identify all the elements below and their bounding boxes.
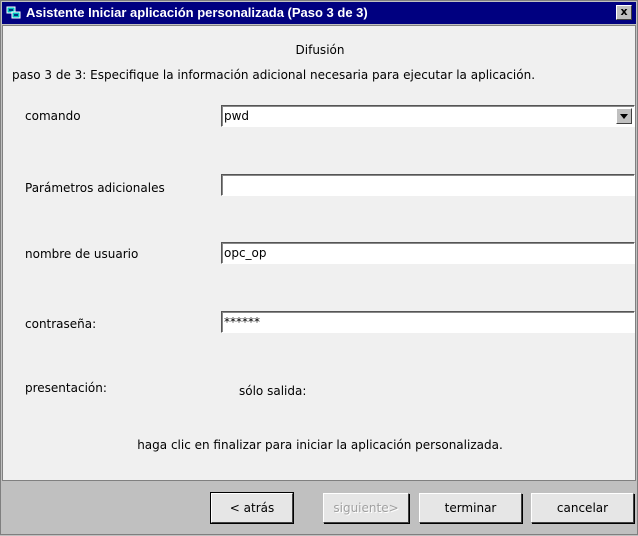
command-value: pwd [224, 109, 250, 123]
next-button[interactable]: siguiente> [323, 493, 409, 523]
title-bar[interactable]: Asistente Iniciar aplicación personaliza… [2, 2, 636, 24]
password-value: ****** [224, 315, 260, 329]
chevron-down-icon[interactable] [616, 108, 632, 124]
app-icon [6, 6, 21, 19]
button-bar: < atrás siguiente> terminar cancelar [1, 482, 638, 536]
close-button[interactable]: x [616, 5, 632, 20]
params-label: Parámetros adicionales [25, 181, 165, 195]
finish-hint: haga clic en finalizar para iniciar la a… [137, 438, 503, 452]
back-button[interactable]: < atrás [210, 492, 294, 524]
wizard-window: Asistente Iniciar aplicación personaliza… [0, 0, 638, 535]
presentation-label: presentación: [25, 381, 107, 395]
username-label: nombre de usuario [25, 247, 139, 261]
command-label: comando [25, 109, 81, 123]
window-title: Asistente Iniciar aplicación personaliza… [26, 5, 368, 20]
close-icon: x [620, 5, 628, 18]
password-label: contraseña: [25, 317, 97, 331]
wizard-content: Difusión paso 3 de 3: Especifique la inf… [2, 25, 636, 481]
page-subtitle: Difusión [295, 43, 345, 57]
username-value: opc_op [224, 246, 267, 260]
command-combobox[interactable]: pwd [221, 105, 635, 127]
password-input[interactable]: ****** [221, 311, 635, 333]
params-input[interactable] [221, 174, 635, 196]
username-input[interactable]: opc_op [221, 242, 635, 264]
step-instructions: paso 3 de 3: Especifique la información … [12, 68, 536, 82]
finish-button[interactable]: terminar [419, 493, 522, 523]
presentation-value: sólo salida: [239, 384, 307, 398]
cancel-button[interactable]: cancelar [531, 493, 634, 523]
